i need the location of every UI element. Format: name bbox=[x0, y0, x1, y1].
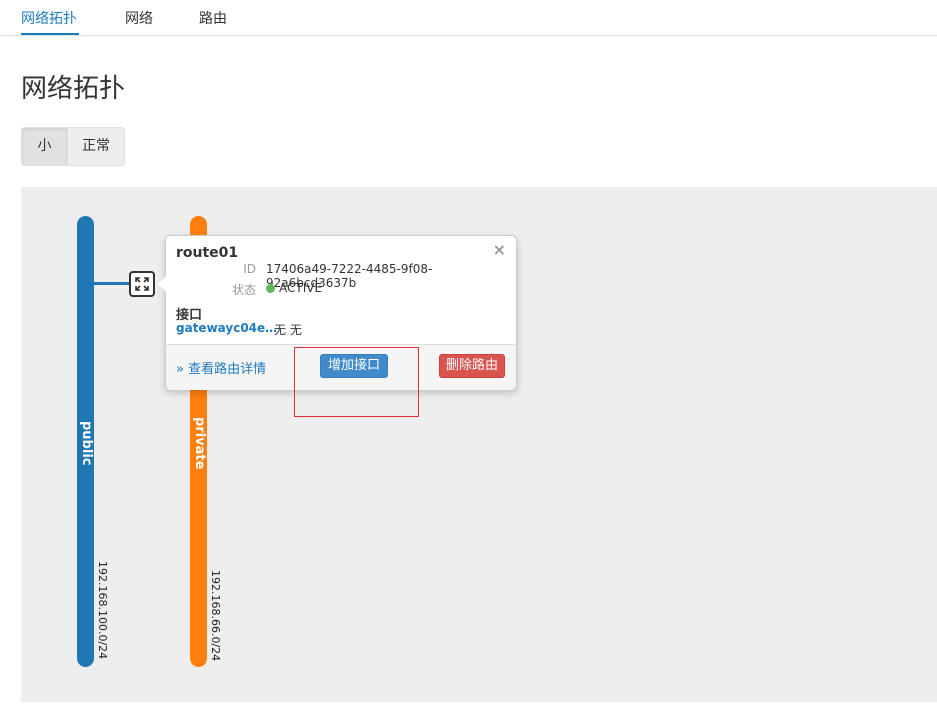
view-router-details-link[interactable]: » 查看路由详情 bbox=[176, 358, 266, 377]
tab-topology[interactable]: 网络拓扑 bbox=[21, 8, 77, 28]
network-private-label: private bbox=[192, 417, 207, 470]
router-icon[interactable] bbox=[129, 271, 155, 297]
tab-routers[interactable]: 路由 bbox=[199, 8, 227, 28]
interface-link[interactable]: gatewayc04e… bbox=[176, 321, 277, 335]
network-private-cidr: 192.168.66.0/24 bbox=[209, 570, 222, 662]
network-public-label: public bbox=[79, 421, 94, 466]
status-value: ACTIVE bbox=[279, 281, 323, 295]
tab-networks[interactable]: 网络 bbox=[125, 8, 153, 28]
top-tabs: 网络拓扑 网络 路由 bbox=[0, 0, 937, 36]
status-label: 状态 bbox=[231, 283, 256, 297]
router-link-line bbox=[94, 282, 130, 285]
status-value-wrap: ACTIVE bbox=[266, 281, 322, 295]
interface-value: 无 无 bbox=[274, 323, 302, 337]
page-title: 网络拓扑 bbox=[21, 74, 126, 104]
close-icon[interactable]: × bbox=[493, 240, 506, 259]
delete-router-button[interactable]: 删除路由 bbox=[439, 354, 506, 378]
highlight-box bbox=[294, 347, 419, 417]
size-small-button[interactable]: 小 bbox=[21, 127, 68, 166]
id-label: ID bbox=[243, 262, 256, 276]
network-public-cidr: 192.168.100.0/24 bbox=[96, 561, 109, 660]
popover-arrow bbox=[158, 276, 166, 292]
topology-canvas: public 192.168.100.0/24 private 192.168.… bbox=[21, 187, 937, 702]
active-tab-indicator bbox=[21, 33, 79, 35]
router-name: route01 bbox=[176, 245, 239, 261]
size-toggle-group: 小 正常 bbox=[21, 127, 125, 166]
network-public-bar[interactable]: public bbox=[77, 216, 94, 667]
status-dot-icon bbox=[266, 284, 275, 293]
size-normal-button[interactable]: 正常 bbox=[68, 127, 125, 166]
